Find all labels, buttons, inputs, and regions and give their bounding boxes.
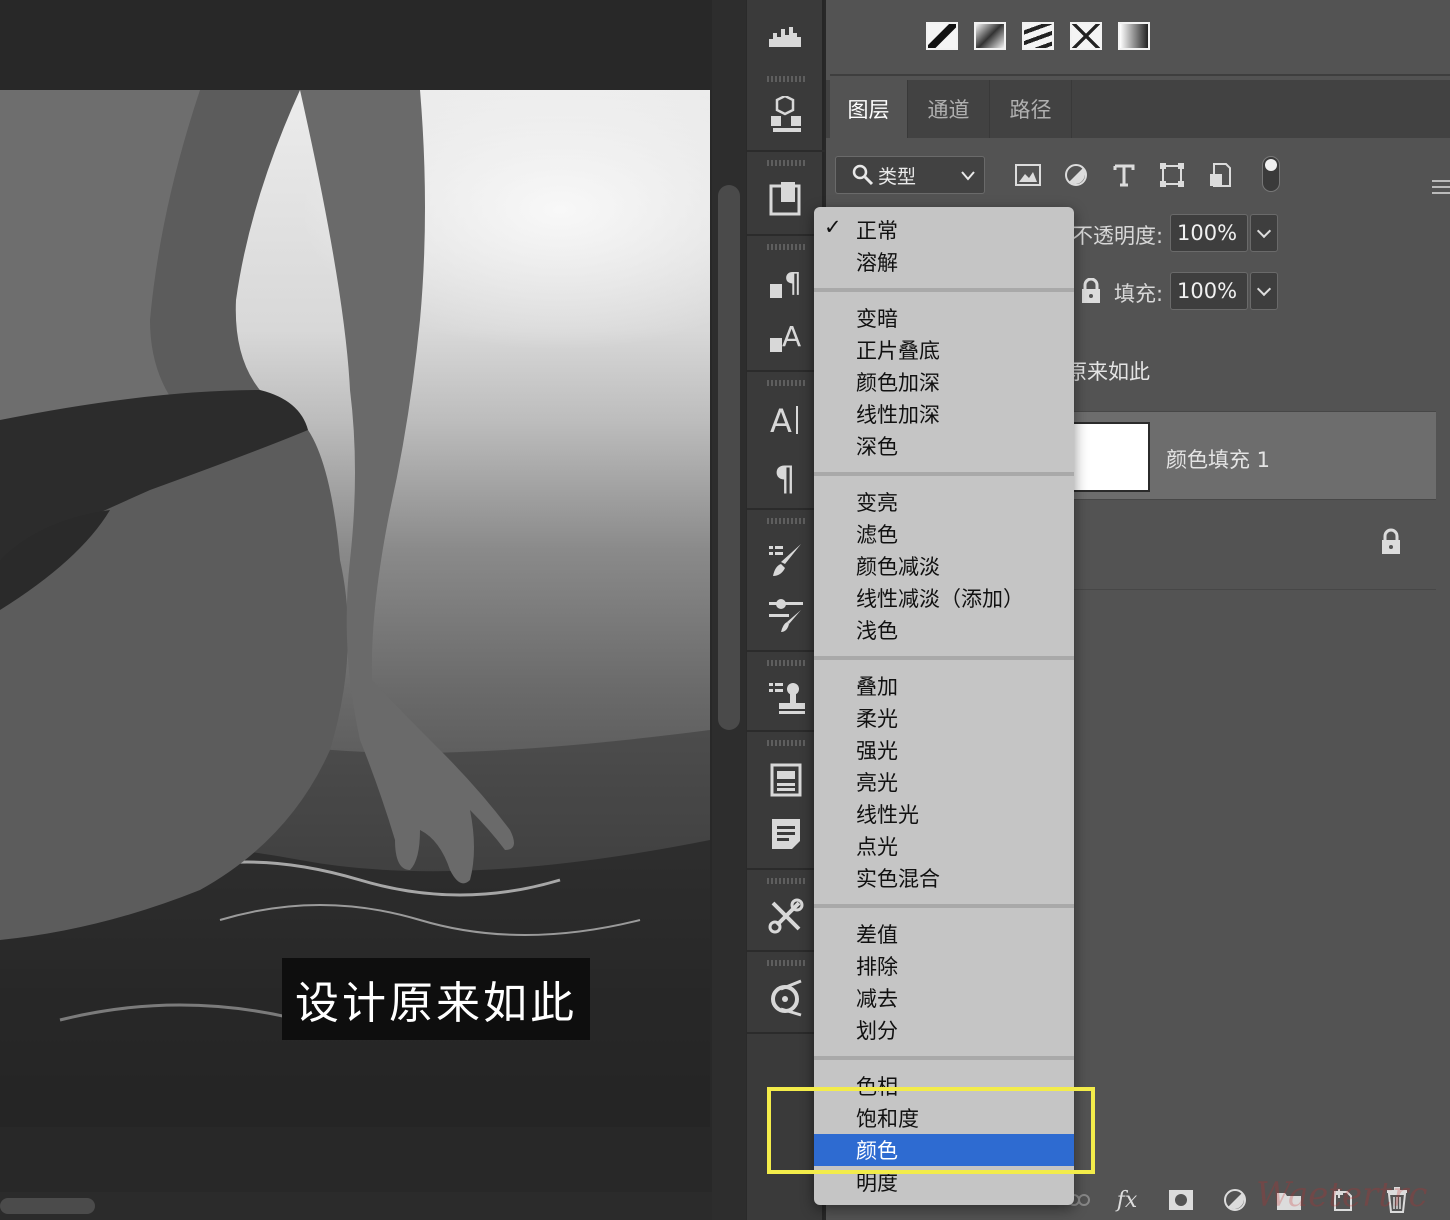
- horizontal-scroll-thumb[interactable]: [0, 1198, 95, 1214]
- blend-mode-item[interactable]: 减去: [814, 982, 1074, 1014]
- tab-channels[interactable]: 通道: [908, 80, 990, 138]
- adjust-curves-icon[interactable]: [764, 978, 808, 1018]
- tab-layers[interactable]: 图层: [830, 80, 908, 138]
- chevron-down-icon: [961, 171, 975, 181]
- blend-mode-menu[interactable]: ✓ 正常 溶解 变暗 正片叠底 颜色加深 线性加深 深色 变亮 滤色 颜色减淡 线性减淡（添加） 浅色…: [814, 207, 1074, 1205]
- filter-toggle-switch[interactable]: [1262, 156, 1280, 192]
- blend-mode-item[interactable]: 变暗: [814, 302, 1074, 334]
- layer-filter-value: 类型: [878, 165, 917, 188]
- blend-mode-item[interactable]: 浅色: [814, 614, 1074, 646]
- blend-mode-item[interactable]: 变亮: [814, 486, 1074, 518]
- blend-mode-item[interactable]: 颜色加深: [814, 366, 1074, 398]
- gradient-icon[interactable]: [1118, 22, 1150, 50]
- photoshop-window: 设计原来如此 ¶ A A ¶ 图层 通道 路径 类型 不透明度: 100% 填充…: [0, 0, 1450, 1220]
- vertical-scrollbar[interactable]: [712, 0, 746, 1220]
- photo: 设计原来如此: [0, 90, 710, 1127]
- blend-mode-item[interactable]: 柔光: [814, 702, 1074, 734]
- blend-mode-item[interactable]: 排除: [814, 950, 1074, 982]
- vertical-scroll-thumb[interactable]: [718, 185, 740, 730]
- brush-presets-icon[interactable]: [764, 596, 808, 636]
- svg-text:A: A: [782, 320, 801, 353]
- svg-text:Waetertrc: Waetertrc: [1256, 1175, 1427, 1215]
- blend-mode-item[interactable]: 滤色: [814, 518, 1074, 550]
- lock-icon: [1382, 528, 1400, 554]
- caption-text-layer: 设计原来如此: [282, 958, 590, 1040]
- 3d-icon[interactable]: [764, 95, 808, 135]
- document-canvas[interactable]: 设计原来如此: [0, 0, 712, 1220]
- layer-filter-row: 类型: [826, 140, 1450, 208]
- smart-object-filter-icon[interactable]: [1206, 162, 1234, 188]
- menu-separator: [814, 904, 1074, 908]
- menu-separator: [814, 288, 1074, 292]
- history-icon[interactable]: [764, 178, 808, 218]
- properties-icon[interactable]: [764, 760, 808, 800]
- adjustment-filter-icon[interactable]: [1062, 162, 1090, 188]
- panel-tabs: 图层 通道 路径: [826, 80, 1450, 196]
- svg-text:A: A: [770, 402, 792, 438]
- menu-separator: [814, 1056, 1074, 1060]
- image-filter-icon[interactable]: [1014, 162, 1042, 188]
- fx-icon[interactable]: fx: [1110, 1184, 1144, 1216]
- blend-mode-item[interactable]: 强光: [814, 734, 1074, 766]
- adjustment-layer-icon[interactable]: [1218, 1184, 1252, 1216]
- tab-paths[interactable]: 路径: [990, 80, 1072, 138]
- blend-mode-item[interactable]: 深色: [814, 430, 1074, 462]
- opacity-label: 不透明度:: [1072, 224, 1164, 248]
- svg-text:¶: ¶: [784, 266, 802, 299]
- layer-name: 颜色填充 1: [1166, 448, 1271, 472]
- blend-mode-item[interactable]: 正片叠底: [814, 334, 1074, 366]
- fill-dropdown[interactable]: [1250, 272, 1278, 310]
- blend-mode-item[interactable]: 实色混合: [814, 862, 1074, 894]
- blend-mode-item[interactable]: 溶解: [814, 246, 1074, 278]
- highlight-annotation: [767, 1087, 1095, 1174]
- tool-presets-icon[interactable]: [764, 896, 808, 936]
- blend-mode-item[interactable]: 差值: [814, 918, 1074, 950]
- horizontal-scrollbar[interactable]: [0, 1192, 712, 1220]
- levels-icon[interactable]: [926, 22, 958, 50]
- opacity-field[interactable]: 100%: [1170, 214, 1248, 252]
- type-filter-icon[interactable]: [1110, 162, 1138, 188]
- shape-filter-icon[interactable]: [1158, 162, 1186, 188]
- blend-mode-item[interactable]: 线性光: [814, 798, 1074, 830]
- watermark: Waetertrc: [1252, 1170, 1442, 1216]
- threshold-icon[interactable]: [1070, 22, 1102, 50]
- svg-text:¶: ¶: [774, 459, 796, 494]
- layer-filter-select[interactable]: 类型: [835, 156, 985, 194]
- paragraph-style-icon[interactable]: ¶: [764, 264, 808, 304]
- panel-icon-strip: ¶ A A ¶: [746, 0, 825, 1220]
- blend-mode-item[interactable]: 颜色减淡: [814, 550, 1074, 582]
- blend-mode-item[interactable]: 亮光: [814, 766, 1074, 798]
- layer-name: 原来如此: [1066, 360, 1150, 384]
- gradient-map-icon[interactable]: [974, 22, 1006, 50]
- search-icon: [852, 164, 874, 186]
- opacity-dropdown[interactable]: [1250, 214, 1278, 252]
- fill-label: 填充:: [1114, 282, 1164, 306]
- lock-all-icon[interactable]: [1080, 278, 1102, 304]
- blend-mode-item[interactable]: 正常: [814, 214, 1074, 246]
- paragraph-icon[interactable]: ¶: [764, 456, 808, 496]
- histogram-icon[interactable]: [764, 16, 808, 56]
- blend-mode-item[interactable]: 叠加: [814, 670, 1074, 702]
- blend-mode-item[interactable]: 点光: [814, 830, 1074, 862]
- blend-mode-item[interactable]: 划分: [814, 1014, 1074, 1046]
- blend-mode-item[interactable]: 线性加深: [814, 398, 1074, 430]
- character-style-icon[interactable]: A: [764, 318, 808, 358]
- fill-field[interactable]: 100%: [1170, 272, 1248, 310]
- notes-icon[interactable]: [764, 814, 808, 854]
- add-mask-icon[interactable]: [1164, 1184, 1198, 1216]
- adjustments-bar: [830, 0, 1450, 76]
- posterize-icon[interactable]: [1022, 22, 1054, 50]
- character-icon[interactable]: A: [764, 400, 808, 440]
- blend-mode-item[interactable]: 线性减淡（添加）: [814, 582, 1074, 614]
- menu-separator: [814, 472, 1074, 476]
- clone-source-icon[interactable]: [764, 678, 808, 718]
- menu-separator: [814, 656, 1074, 660]
- brush-settings-icon[interactable]: [764, 540, 808, 580]
